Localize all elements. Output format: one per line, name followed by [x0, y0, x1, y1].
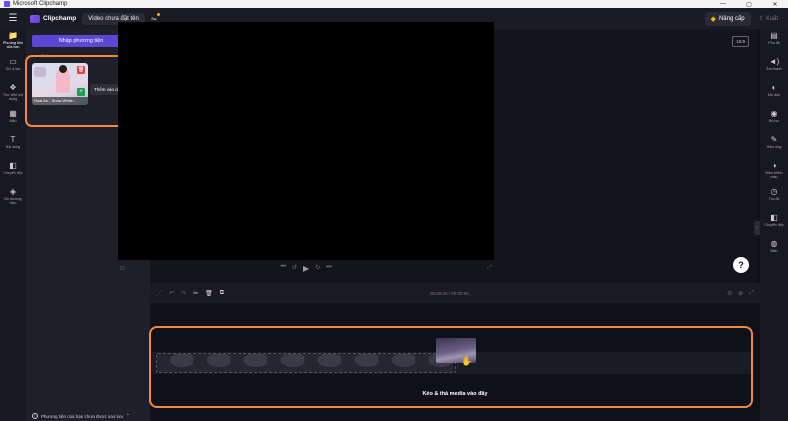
sidebar-item-label: Phương tiện của bạn [3, 41, 23, 49]
sidebar-item-templates[interactable]: ▦ Mẫu [0, 107, 26, 133]
sidebar-item-effects[interactable]: ✎ Hiệu ứng [760, 133, 788, 159]
captions-icon: ▤ [770, 31, 778, 40]
aspect-ratio-button[interactable]: 16:9 [732, 36, 749, 47]
zoom-out-icon[interactable]: ⊖ [727, 290, 732, 297]
library-icon: ❖ [9, 83, 17, 92]
color-icon: ◍ [770, 239, 778, 248]
zoom-controls: ⊖ ⊕ ⤢ [727, 290, 754, 297]
sidebar-item-label: Bộ thương hiệu [4, 197, 22, 205]
split-icon[interactable]: ✂ [193, 290, 198, 297]
sidebar-item-color[interactable]: ◍ Màu [760, 237, 788, 263]
magnet-icon[interactable]: ⋰ [156, 290, 162, 297]
video-preview [118, 22, 494, 260]
app-icon [4, 1, 10, 7]
timecode: 00:00.00 / 00:00.00 [430, 290, 469, 296]
timeline-tools: ⋰ ↶ ↷ ✂ 🗑 ⧉ [156, 290, 224, 297]
close-button[interactable]: ✕ [762, 1, 788, 8]
app-name: Clipchamp [43, 15, 77, 22]
delete-icon[interactable]: 🗑 [205, 290, 213, 297]
sidebar-item-label: Tốc độ [768, 197, 780, 201]
fullscreen-icon[interactable]: ⤢ [487, 265, 492, 272]
player-controls: ⊡ ⏮ ↺ ▶ ↻ ⏭ ⤢ [120, 264, 492, 273]
sidebar-item-fade[interactable]: ◐ Mờ dần [760, 81, 788, 107]
backup-notice-text: Phương tiện của bạn chưa được sao lưu [41, 413, 123, 419]
sidebar-item-speed[interactable]: ◷ Tốc độ [760, 185, 788, 211]
playback-buttons: ⏮ ↺ ▶ ↻ ⏭ [125, 264, 487, 273]
sidebar-item-label: Ghi & tạo [5, 67, 21, 71]
sidebar-item-text[interactable]: T Nội dung [0, 133, 26, 159]
sync-warning-dot [156, 12, 160, 16]
speed-icon: ◷ [770, 187, 778, 196]
fade-icon: ◐ [771, 83, 777, 92]
upgrade-button[interactable]: ◆ Nâng cấp [704, 11, 751, 26]
sidebar-item-filters[interactable]: ◉ Bộ lọc [760, 107, 788, 133]
export-icon: ⇧ [758, 16, 764, 22]
sidebar-item-brand-kit[interactable]: ◈ Bộ thương hiệu [0, 185, 26, 211]
record-icon: ▭ [9, 57, 17, 66]
minimize-button[interactable]: — [710, 1, 736, 7]
text-icon: T [10, 135, 16, 144]
sidebar-item-audio[interactable]: ◄) Âm thanh [760, 55, 788, 81]
maximize-button[interactable]: ▢ [736, 1, 762, 8]
sidebar-item-label: Màu [770, 249, 778, 253]
app-logo: Clipchamp [30, 14, 77, 23]
templates-icon: ▦ [9, 109, 17, 118]
backup-notice[interactable]: i Phương tiện của bạn chưa được sao lưu … [32, 413, 130, 419]
sidebar-item-your-media[interactable]: 📁 Phương tiện của bạn [0, 29, 26, 55]
sidebar-item-label: Mẫu [9, 119, 17, 123]
audio-icon: ◄) [768, 57, 780, 66]
window-titlebar: Microsoft Clipchamp — ▢ ✕ [0, 0, 788, 8]
sidebar-item-label: Mờ dần [767, 93, 781, 97]
skip-forward-icon[interactable]: ⏭ [326, 264, 331, 273]
duplicate-icon[interactable]: ⧉ [220, 290, 224, 297]
transition-icon: ◧ [770, 213, 778, 222]
sidebar-item-label: Bộ lọc [769, 119, 779, 123]
diamond-icon: ◆ [710, 15, 716, 23]
help-button[interactable]: ? [733, 257, 749, 273]
export-label: Xuất [765, 15, 778, 22]
sidebar-item-label: Âm thanh [766, 67, 782, 71]
upgrade-label: Nâng cấp [718, 15, 745, 22]
brand-kit-icon: ◈ [9, 187, 17, 196]
sidebar-item-content-library[interactable]: ❖ Thư viện nội dung [0, 81, 26, 107]
sidebar-item-record-create[interactable]: ▭ Ghi & tạo [0, 55, 26, 81]
clipchamp-logo-icon [30, 14, 40, 23]
sidebar-item-label: Chuyển tiếp [3, 171, 23, 175]
filters-icon: ◉ [770, 109, 778, 118]
chevron-up-icon: ⌃ [126, 413, 130, 418]
menu-icon[interactable]: ☰ [0, 13, 26, 24]
timeline-highlight-outline [149, 326, 753, 408]
undo-icon[interactable]: ↶ [169, 290, 174, 297]
window-title: Microsoft Clipchamp [13, 1, 68, 7]
forward-icon[interactable]: ↻ [315, 264, 320, 273]
play-icon[interactable]: ▶ [303, 264, 309, 273]
sidebar-item-transition[interactable]: ◧ Chuyển tiếp [760, 211, 788, 237]
sidebar-item-label: Hiệu ứng [766, 145, 782, 149]
transitions-icon: ◧ [9, 161, 17, 170]
timeline-toolbar: ⋰ ↶ ↷ ✂ 🗑 ⧉ 00:00.00 / 00:00.00 ⊖ ⊕ ⤢ [150, 283, 760, 303]
sidebar-item-label: Nội dung [5, 145, 21, 149]
redo-icon[interactable]: ↷ [181, 290, 186, 297]
info-icon: i [32, 413, 38, 419]
export-button[interactable]: ⇧ Xuất [758, 15, 778, 23]
right-sidebar: ▤ Phụ đề ◄) Âm thanh ◐ Mờ dần ◉ Bộ lọc ✎… [760, 29, 788, 421]
sidebar-item-label: Điều chỉnh màu [765, 171, 783, 179]
sidebar-item-adjust-colors[interactable]: ◑ Điều chỉnh màu [760, 159, 788, 185]
folder-icon: 📁 [8, 31, 18, 40]
sidebar-item-captions[interactable]: ▤ Phụ đề [760, 29, 788, 55]
zoom-in-icon[interactable]: ⊕ [738, 290, 743, 297]
effects-icon: ✎ [770, 135, 778, 144]
rewind-icon[interactable]: ↺ [292, 264, 297, 273]
sidebar-item-label: Chuyển tiếp [764, 223, 784, 227]
import-media-button[interactable]: Nhập phương tiện [32, 35, 130, 47]
fit-timeline-icon[interactable]: ⤢ [749, 290, 754, 297]
sidebar-item-transitions[interactable]: ◧ Chuyển tiếp [0, 159, 26, 185]
sidebar-item-label: Phụ đề [768, 41, 780, 45]
adjust-colors-icon: ◑ [771, 161, 777, 170]
left-sidebar: 📁 Phương tiện của bạn ▭ Ghi & tạo ❖ Thư … [0, 29, 26, 421]
skip-back-icon[interactable]: ⏮ [281, 264, 286, 273]
sidebar-item-label: Thư viện nội dung [3, 93, 23, 101]
